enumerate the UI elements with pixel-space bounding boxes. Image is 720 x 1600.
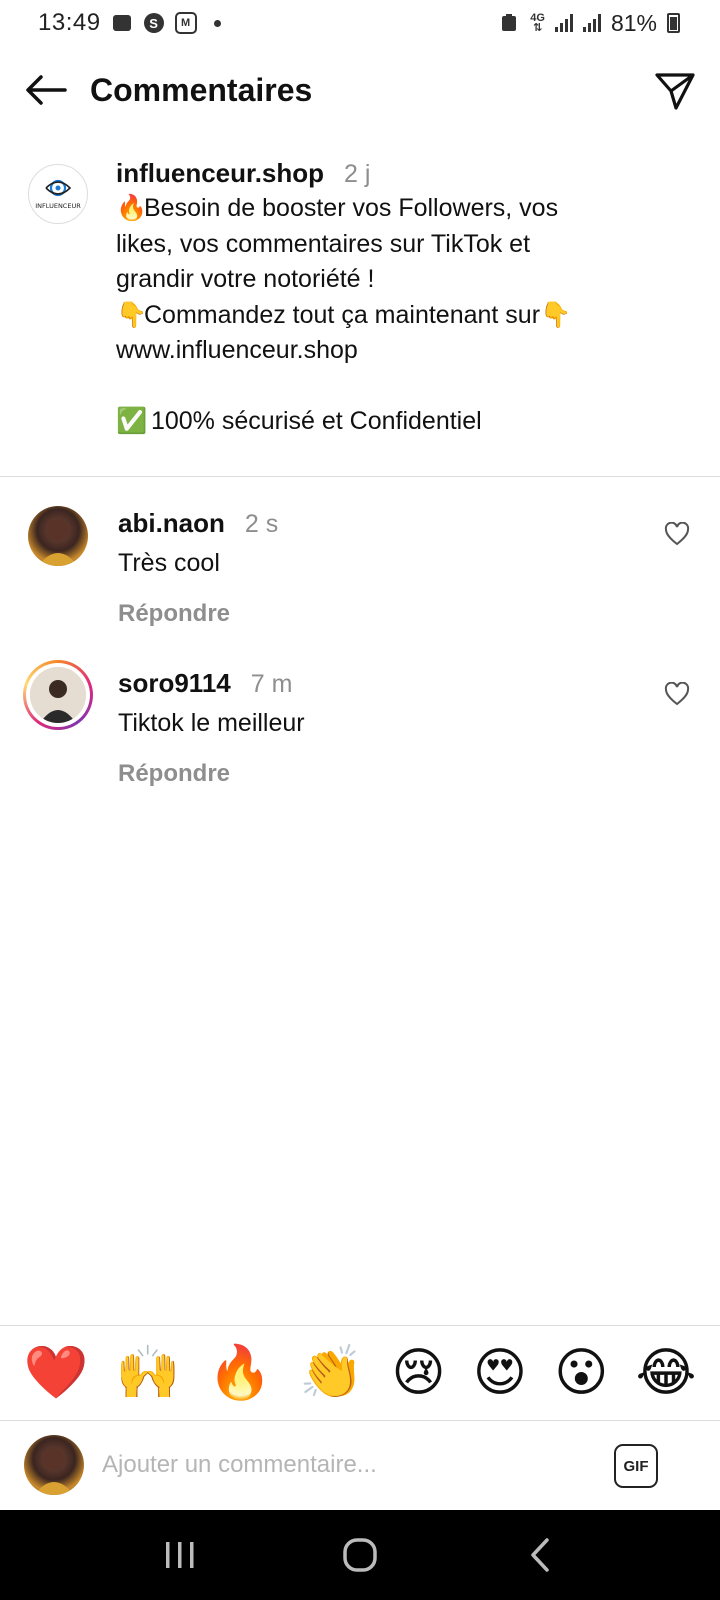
comments-screen: 13:49 S M 4G ⇅ 81% Commentaires INFLUENC…	[0, 0, 720, 1600]
home-icon	[343, 1538, 377, 1572]
pointing-down-emoji-icon: 👇	[116, 300, 148, 329]
user-photo-icon	[38, 519, 78, 566]
recent-apps-button[interactable]	[145, 1525, 215, 1585]
more-notifications-dot-icon	[207, 12, 229, 34]
arrow-left-icon	[26, 75, 67, 105]
signal-strength-icon	[554, 14, 573, 32]
chevron-left-icon	[531, 1538, 549, 1572]
quick-emoji-bar: ❤️ 🙌 🔥 👏 😢 😍 😮 😂	[0, 1326, 720, 1420]
comment-username[interactable]: soro9114	[118, 668, 231, 699]
pointing-down-emoji-icon: 👇	[540, 300, 572, 329]
signal-strength-2-icon	[582, 14, 601, 32]
comment-time: 2 s	[244, 510, 279, 538]
caption-divider	[0, 476, 720, 477]
battery-percent: 81%	[610, 9, 657, 36]
comment-header: abi.naon 2 s	[118, 508, 640, 539]
influenceur-logo-icon: INFLUENCEUR	[35, 179, 81, 210]
status-left: 13:49 S M	[38, 9, 229, 37]
emoji-laughing-button[interactable]: 😂	[636, 1343, 697, 1403]
caption-line: 🔥Besoin de booster vos Followers, vos	[116, 191, 680, 227]
emoji-heart-button[interactable]: ❤️	[24, 1343, 89, 1403]
avatar	[30, 667, 86, 723]
status-bar: 13:49 S M 4G ⇅ 81%	[0, 0, 720, 46]
user-photo-icon	[30, 667, 86, 723]
paper-plane-icon	[655, 73, 695, 110]
check-mark-emoji-icon: ✅	[116, 407, 148, 435]
caption-line: likes, vos commentaires sur TikTok et	[116, 229, 531, 258]
emoji-clapping-button[interactable]: 👏	[299, 1343, 364, 1403]
emoji-crying-button[interactable]: 😢	[391, 1343, 445, 1403]
caption-time: 2 j	[344, 160, 371, 188]
post-caption: INFLUENCEUR influenceur.shop 2 j 🔥Besoin…	[0, 150, 720, 440]
home-button[interactable]	[325, 1525, 395, 1585]
heart-outline-icon	[664, 681, 690, 706]
data-saver-icon	[498, 12, 520, 34]
emoji-heart-eyes-button[interactable]: 😍	[473, 1343, 527, 1403]
comment-header: soro9114 7 m	[118, 668, 640, 699]
caption-header: influenceur.shop 2 j	[116, 158, 680, 189]
comment-body: abi.naon 2 s Très cool Répondre	[118, 500, 640, 628]
caption-line: ✅ 100% sécurisé et Confidentiel	[116, 404, 680, 440]
status-right: 4G ⇅ 81%	[498, 10, 680, 37]
comment-input[interactable]	[102, 1441, 582, 1489]
emoji-surprised-button[interactable]: 😮	[554, 1343, 608, 1403]
comment-input-bar: GIF	[0, 1421, 720, 1511]
app-notification-icon: M	[174, 12, 197, 34]
comment-time: 7 m	[250, 670, 293, 698]
comment-item: soro9114 7 m Tiktok le meilleur Répondre	[0, 660, 720, 790]
heart-outline-icon	[664, 521, 690, 546]
avatar[interactable]: INFLUENCEUR	[28, 164, 88, 224]
header: Commentaires	[0, 50, 720, 130]
page-title: Commentaires	[90, 71, 313, 108]
battery-icon	[667, 13, 680, 33]
gif-button[interactable]: GIF	[614, 1444, 658, 1488]
emoji-fire-button[interactable]: 🔥	[207, 1343, 272, 1403]
caption-text: 🔥Besoin de booster vos Followers, vos li…	[116, 191, 680, 440]
user-photo-icon	[34, 1448, 74, 1495]
status-time: 13:49	[38, 9, 101, 36]
recent-apps-icon	[166, 1542, 194, 1568]
system-nav-bar	[0, 1510, 720, 1600]
caption-link[interactable]: www.influenceur.shop	[116, 333, 680, 369]
comment-text: Tiktok le meilleur	[118, 709, 305, 737]
comment-text: Très cool	[118, 549, 220, 577]
fire-emoji-icon: 🔥	[116, 194, 148, 222]
comment-item: abi.naon 2 s Très cool Répondre	[0, 500, 720, 630]
comment-body: soro9114 7 m Tiktok le meilleur Répondre	[118, 660, 640, 788]
like-comment-button[interactable]	[664, 521, 690, 548]
like-comment-button[interactable]	[664, 681, 690, 708]
reply-button[interactable]: Répondre	[118, 760, 640, 788]
caption-line: 👇Commandez tout ça maintenant sur👇	[116, 298, 680, 334]
gallery-icon	[111, 12, 133, 34]
comment-username[interactable]: abi.naon	[118, 508, 225, 539]
caption-line: grandir votre notoriété !	[116, 265, 375, 293]
network-type: 4G ⇅	[530, 12, 545, 34]
emoji-raising-hands-button[interactable]: 🙌	[116, 1343, 181, 1403]
avatar-story-ring[interactable]	[23, 660, 93, 730]
svg-text:INFLUENCEUR: INFLUENCEUR	[35, 202, 81, 210]
share-button[interactable]	[652, 68, 698, 114]
reply-button[interactable]: Répondre	[118, 600, 640, 628]
caption-username[interactable]: influenceur.shop	[116, 158, 324, 189]
back-nav-button[interactable]	[505, 1525, 575, 1585]
avatar[interactable]	[28, 506, 88, 566]
back-button[interactable]	[24, 68, 68, 112]
skype-icon: S	[143, 12, 165, 34]
current-user-avatar	[24, 1435, 84, 1495]
